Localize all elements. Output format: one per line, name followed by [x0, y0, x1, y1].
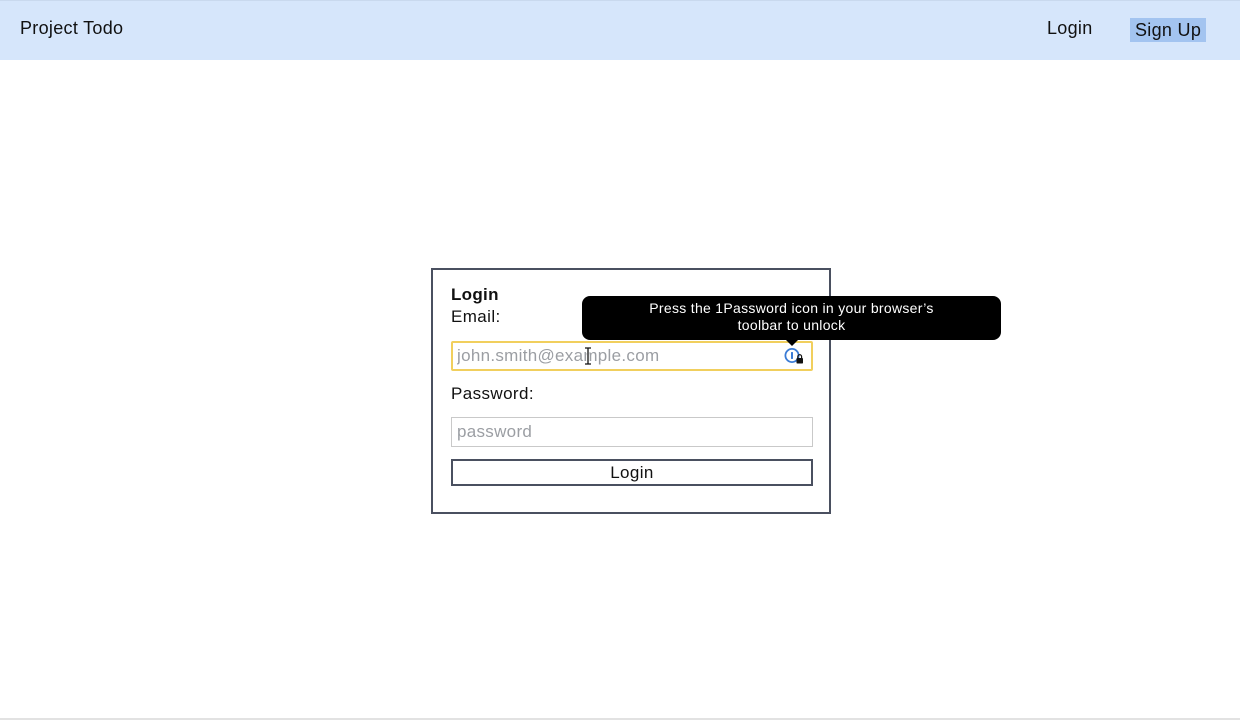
- nav-signup-link[interactable]: Sign Up: [1130, 18, 1207, 42]
- login-submit-button[interactable]: Login: [451, 459, 813, 486]
- form-title: Login: [451, 285, 499, 304]
- nav-login-link[interactable]: Login: [1047, 18, 1093, 39]
- password-label: Password:: [451, 384, 534, 403]
- 1password-locked-icon[interactable]: [784, 347, 804, 365]
- email-field-wrapper: [451, 341, 813, 371]
- 1password-unlock-tooltip: Press the 1Password icon in your browser…: [582, 296, 1001, 346]
- tooltip-line-2: toolbar to unlock: [737, 317, 846, 333]
- page: Project Todo Login Sign Up Login Email: …: [0, 0, 1240, 720]
- email-input[interactable]: [453, 343, 781, 369]
- tooltip-line-1: Press the 1Password icon in your browser…: [649, 300, 934, 316]
- password-input[interactable]: [451, 417, 813, 447]
- tooltip-arrow: [786, 340, 798, 346]
- top-navbar: Project Todo Login Sign Up: [0, 0, 1240, 60]
- brand-link[interactable]: Project Todo: [20, 18, 123, 39]
- email-label: Email:: [451, 307, 501, 326]
